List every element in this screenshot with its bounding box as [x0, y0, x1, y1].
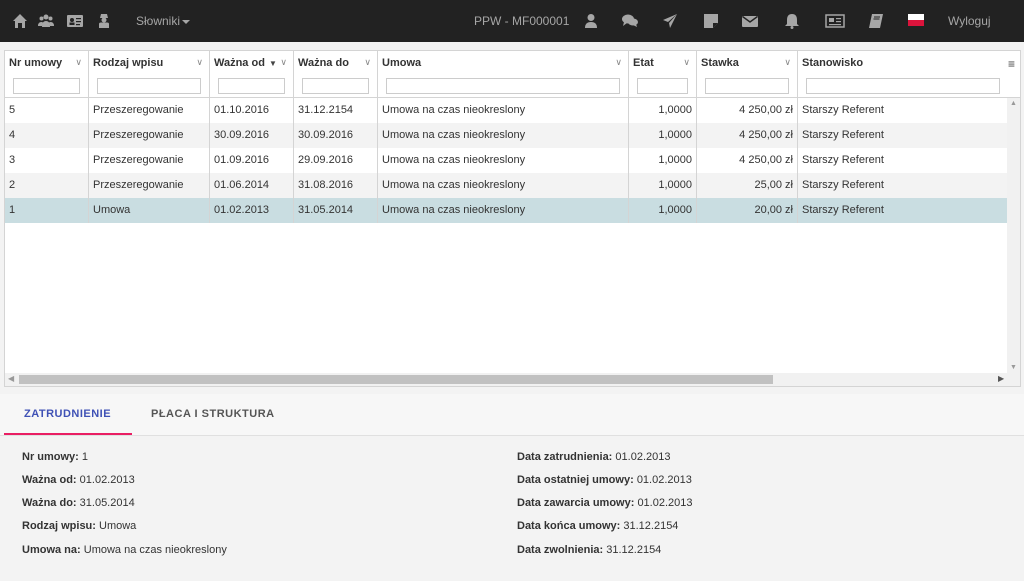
user-icon[interactable] — [583, 13, 599, 29]
table-row[interactable]: 5 Przeszeregowanie 01.10.2016 31.12.2154… — [5, 98, 1007, 123]
detail-wazna-od: Ważna od: 01.02.2013 — [22, 474, 135, 486]
scroll-left-icon[interactable]: ◀ — [8, 374, 14, 383]
detail-data-ostatniej-umowy: Data ostatniej umowy: 01.02.2013 — [517, 474, 692, 486]
ppw-identifier[interactable]: PPW - MF000001 — [474, 14, 569, 28]
column-header-wazna-do[interactable]: Ważna do ∨ — [294, 51, 378, 98]
horizontal-scroll-thumb[interactable] — [19, 375, 773, 384]
detail-umowa-na: Umowa na: Umowa na czas nieokreslony — [22, 544, 227, 556]
filter-input-nr-umowy[interactable] — [13, 78, 80, 94]
column-menu-icon[interactable]: ∨ — [75, 57, 82, 68]
send-icon[interactable] — [662, 13, 678, 29]
id-card-icon[interactable] — [67, 13, 83, 29]
detail-nr-umowy: Nr umowy: 1 — [22, 451, 89, 463]
filter-input-rodzaj-wpisu[interactable] — [97, 78, 201, 94]
column-menu-icon[interactable]: ∨ — [280, 57, 287, 68]
book-icon[interactable] — [868, 13, 884, 29]
table-row[interactable]: 2 Przeszeregowanie 01.06.2014 31.08.2016… — [5, 173, 1007, 198]
column-header-wazna-od[interactable]: Ważna od ▼ ∨ — [210, 51, 294, 98]
top-navbar: Słowniki PPW - MF000001 Wyloguj — [0, 0, 1024, 42]
bell-icon[interactable] — [784, 13, 800, 29]
envelope-icon[interactable] — [742, 13, 758, 29]
column-header-umowa[interactable]: Umowa ∨ — [378, 51, 629, 98]
sort-desc-icon: ▼ — [268, 59, 277, 68]
home-icon[interactable] — [12, 13, 28, 29]
scroll-right-icon[interactable]: ▶ — [998, 374, 1004, 383]
users-group-icon[interactable] — [38, 13, 54, 29]
user-secret-icon[interactable] — [96, 13, 112, 29]
filter-input-wazna-od[interactable] — [218, 78, 285, 94]
detail-data-zatrudnienia: Data zatrudnienia: 01.02.2013 — [517, 451, 671, 463]
tab-zatrudnienie[interactable]: ZATRUDNIENIE — [24, 408, 111, 420]
filter-input-wazna-do[interactable] — [302, 78, 369, 94]
vertical-scrollbar[interactable]: ▲ ▼ — [1007, 98, 1020, 373]
column-header-nr-umowy[interactable]: Nr umowy ∨ — [5, 51, 89, 98]
comments-icon[interactable] — [622, 13, 638, 29]
column-header-etat[interactable]: Etat ∨ — [629, 51, 697, 98]
column-menu-icon[interactable]: ∨ — [784, 57, 791, 68]
slowniki-dropdown[interactable]: Słowniki — [136, 14, 191, 28]
column-menu-icon[interactable]: ∨ — [196, 57, 203, 68]
tab-placa-i-struktura[interactable]: PŁACA I STRUKTURA — [151, 408, 275, 420]
filter-input-stawka[interactable] — [705, 78, 789, 94]
grid-menu-icon[interactable]: ≡ — [1008, 57, 1015, 71]
contracts-grid: Nr umowy ∨ Rodzaj wpisu ∨ Ważna od ▼ ∨ Wa… — [4, 50, 1021, 387]
table-row-selected[interactable]: 1 Umowa 01.02.2013 31.05.2014 Umowa na c… — [5, 198, 1007, 223]
filter-input-stanowisko[interactable] — [806, 78, 1000, 94]
sticky-note-icon[interactable] — [703, 13, 719, 29]
scroll-down-icon[interactable]: ▼ — [1010, 364, 1017, 371]
detail-wazna-do: Ważna do: 31.05.2014 — [22, 497, 135, 509]
newspaper-icon[interactable] — [825, 13, 845, 29]
column-menu-icon[interactable]: ∨ — [615, 57, 622, 68]
detail-data-zwolnienia: Data zwolnienia: 31.12.2154 — [517, 544, 662, 556]
table-row[interactable]: 3 Przeszeregowanie 01.09.2016 29.09.2016… — [5, 148, 1007, 173]
column-header-stanowisko[interactable]: Stanowisko — [798, 51, 1008, 98]
detail-rodzaj-wpisu: Rodzaj wpisu: Umowa — [22, 520, 137, 532]
detail-data-zawarcia-umowy: Data zawarcia umowy: 01.02.2013 — [517, 497, 693, 509]
column-header-stawka[interactable]: Stawka ∨ — [697, 51, 798, 98]
table-row[interactable]: 4 Przeszeregowanie 30.09.2016 30.09.2016… — [5, 123, 1007, 148]
scroll-up-icon[interactable]: ▲ — [1010, 100, 1017, 107]
horizontal-scrollbar[interactable]: ◀ ▶ — [5, 373, 1020, 386]
contract-details: Nr umowy: 1 Ważna od: 01.02.2013 Ważna d… — [0, 437, 1024, 581]
column-menu-icon[interactable]: ∨ — [683, 57, 690, 68]
column-header-rodzaj-wpisu[interactable]: Rodzaj wpisu ∨ — [89, 51, 210, 98]
column-menu-icon[interactable]: ∨ — [364, 57, 371, 68]
active-tab-indicator — [4, 433, 132, 435]
filter-input-etat[interactable] — [637, 78, 688, 94]
filter-input-umowa[interactable] — [386, 78, 620, 94]
polish-flag-icon[interactable] — [908, 14, 924, 26]
grid-header: Nr umowy ∨ Rodzaj wpisu ∨ Ważna od ▼ ∨ Wa… — [5, 51, 1020, 98]
detail-tabs: ZATRUDNIENIE PŁACA I STRUKTURA — [0, 394, 1024, 436]
detail-data-konca-umowy: Data końca umowy: 31.12.2154 — [517, 520, 679, 532]
logout-link[interactable]: Wyloguj — [948, 14, 991, 28]
